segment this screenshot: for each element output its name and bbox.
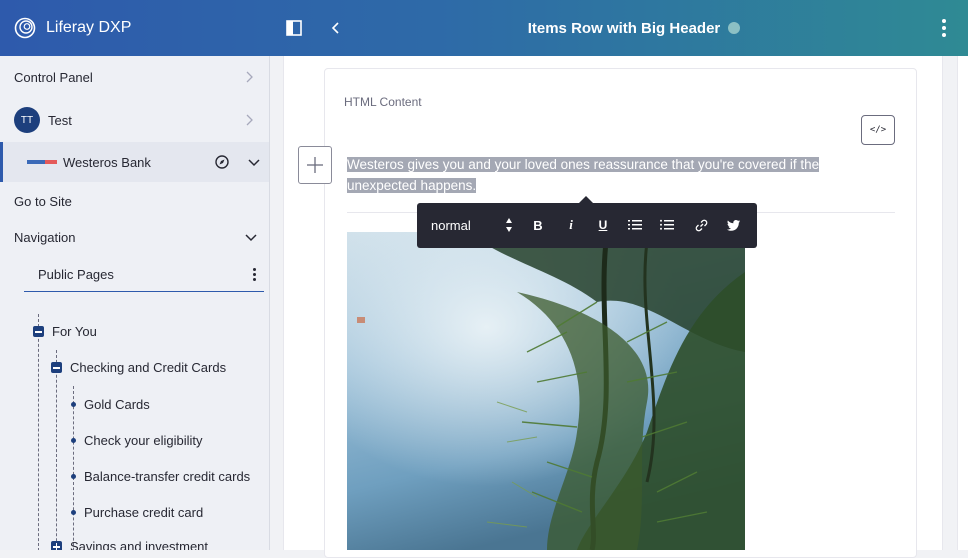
avatar: TT bbox=[14, 107, 40, 133]
selected-text-line: Westeros gives you and your loved ones r… bbox=[347, 157, 820, 172]
product-menu-sidebar: Control Panel TT Test Westeros Bank Go t… bbox=[0, 56, 270, 550]
link-icon bbox=[695, 219, 707, 231]
page-tree: For You Checking and Credit Cards Gold C… bbox=[0, 306, 269, 550]
product-menu-toggle[interactable]: Liferay DXP bbox=[14, 0, 269, 56]
collapse-icon[interactable] bbox=[33, 326, 44, 337]
site-name: Westeros Bank bbox=[63, 154, 151, 170]
top-bar: Liferay DXP Items Row with Big Header bbox=[0, 0, 968, 56]
bold-button[interactable]: B bbox=[528, 215, 548, 235]
bullet-icon bbox=[71, 474, 76, 479]
bullet-icon bbox=[71, 510, 76, 515]
tree-item-label: For You bbox=[52, 324, 97, 339]
rich-text-toolbar: normal B i U bbox=[417, 196, 757, 248]
tree-item-label: Balance-transfer credit cards bbox=[84, 469, 251, 484]
sidebar-item-label: Control Panel bbox=[14, 69, 93, 85]
ordered-list-icon bbox=[628, 220, 642, 230]
collapse-icon[interactable] bbox=[51, 362, 62, 373]
edit-code-button[interactable]: </> bbox=[861, 115, 895, 145]
tree-item-savings-investment[interactable]: Savings and investment bbox=[51, 539, 208, 550]
chevron-down-icon bbox=[245, 234, 257, 242]
link-button[interactable] bbox=[691, 215, 711, 235]
underline-button[interactable]: U bbox=[593, 215, 613, 235]
chevron-left-icon bbox=[331, 22, 339, 34]
sidebar-item-user[interactable]: TT Test bbox=[0, 104, 269, 136]
page-title: Items Row with Big Header bbox=[527, 19, 721, 37]
tree-item-label: Savings and investment bbox=[70, 539, 209, 550]
compass-icon[interactable] bbox=[215, 155, 229, 169]
fragment-label: HTML Content bbox=[344, 95, 422, 109]
editable-text[interactable]: Westeros gives you and your loved ones r… bbox=[347, 154, 847, 196]
status-indicator-icon[interactable] bbox=[728, 22, 741, 34]
pages-options-icon[interactable] bbox=[253, 268, 256, 281]
tree-item-balance-transfer[interactable]: Balance-transfer credit cards bbox=[71, 469, 250, 484]
chevron-down-icon[interactable] bbox=[247, 157, 261, 167]
chevron-right-icon bbox=[246, 114, 253, 126]
expand-icon[interactable] bbox=[51, 541, 62, 550]
twitter-button[interactable] bbox=[723, 215, 743, 235]
tree-item-gold-cards[interactable]: Gold Cards bbox=[71, 397, 150, 412]
unordered-list-icon bbox=[660, 219, 674, 230]
sidebar-toggle-icon[interactable] bbox=[286, 20, 302, 36]
sidebar-item-control-panel[interactable]: Control Panel bbox=[0, 62, 269, 92]
bullet-icon bbox=[71, 402, 76, 407]
tree-item-for-you[interactable]: For You bbox=[33, 324, 97, 339]
twitter-icon bbox=[726, 219, 740, 231]
tree-item-label: Check your eligibility bbox=[84, 433, 203, 448]
plus-icon bbox=[307, 157, 323, 173]
chevron-right-icon bbox=[246, 71, 253, 83]
add-fragment-button[interactable] bbox=[298, 146, 332, 184]
tree-item-label: Checking and Credit Cards bbox=[70, 360, 227, 375]
site-logo-icon bbox=[27, 160, 57, 164]
brand-name: Liferay DXP bbox=[46, 19, 132, 36]
tree-item-label: Purchase credit card bbox=[84, 505, 204, 520]
go-to-site-link[interactable]: Go to Site bbox=[0, 190, 269, 212]
options-menu-icon[interactable] bbox=[936, 18, 952, 38]
go-to-site-label: Go to Site bbox=[14, 193, 72, 209]
back-button[interactable] bbox=[326, 18, 346, 38]
sidebar-item-site[interactable]: Westeros Bank bbox=[0, 142, 269, 182]
liferay-logo-icon bbox=[14, 17, 36, 39]
tree-item-checking-credit-cards[interactable]: Checking and Credit Cards bbox=[51, 360, 226, 375]
ordered-list-button[interactable] bbox=[625, 215, 645, 235]
select-arrows-icon bbox=[506, 218, 512, 232]
pages-type-label: Public Pages bbox=[38, 267, 114, 282]
user-name: Test bbox=[48, 112, 72, 128]
unordered-list-button[interactable] bbox=[657, 215, 677, 235]
selected-text-line: unexpected happens. bbox=[347, 178, 477, 193]
bullet-icon bbox=[71, 438, 76, 443]
text-format-value: normal bbox=[431, 217, 471, 233]
tree-item-check-eligibility[interactable]: Check your eligibility bbox=[71, 433, 203, 448]
pages-type-select[interactable]: Public Pages bbox=[24, 258, 264, 292]
italic-button[interactable]: i bbox=[561, 215, 581, 235]
navigation-label: Navigation bbox=[14, 229, 76, 245]
tree-item-purchase-credit-card[interactable]: Purchase credit card bbox=[71, 505, 203, 520]
text-format-select[interactable]: normal bbox=[431, 215, 513, 235]
sidebar-item-navigation[interactable]: Navigation bbox=[0, 226, 269, 248]
tree-item-label: Gold Cards bbox=[84, 397, 150, 412]
content-image[interactable] bbox=[347, 232, 745, 550]
